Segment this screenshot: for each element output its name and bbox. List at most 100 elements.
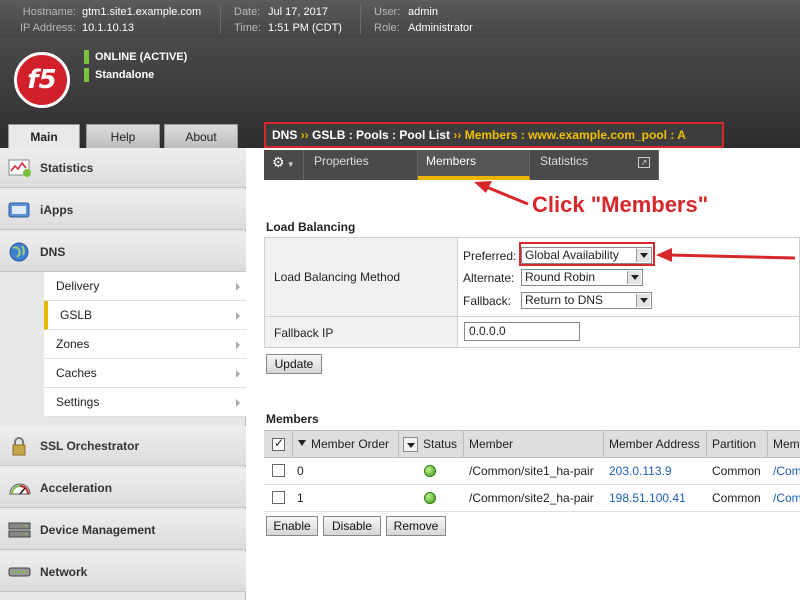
status-available-icon <box>424 492 436 504</box>
subitem-label: Delivery <box>56 279 100 293</box>
member-partition: Common <box>712 464 761 478</box>
sidebar-item-dns[interactable]: DNS <box>0 232 246 272</box>
preferred-select[interactable]: Global Availability <box>521 247 652 264</box>
preferred-value: Global Availability <box>525 248 619 262</box>
col-member-more[interactable]: Mem <box>773 431 800 457</box>
member-partition: Common <box>712 491 761 505</box>
tab-members[interactable]: Members <box>418 150 530 180</box>
chevron-right-icon <box>236 312 240 320</box>
tab-main[interactable]: Main <box>8 124 80 150</box>
sidebar-item-iapps[interactable]: iApps <box>0 190 246 230</box>
alternate-value: Round Robin <box>525 270 596 284</box>
member-address-link[interactable]: 203.0.113.9 <box>609 458 672 484</box>
col-member-address[interactable]: Member Address <box>609 431 700 457</box>
gear-menu-button[interactable]: ⚙ ▼ <box>264 150 304 180</box>
sidebar-subitem-gslb[interactable]: GSLB <box>44 301 246 330</box>
sidebar-item-statistics[interactable]: Statistics <box>0 148 246 188</box>
lb-method-label: Load Balancing Method <box>274 270 401 284</box>
col-member-order[interactable]: Member Order <box>311 431 389 457</box>
gear-icon: ⚙ <box>272 154 285 170</box>
sidebar-item-acceleration[interactable]: Acceleration <box>0 468 246 508</box>
column-filter-button[interactable] <box>403 437 418 452</box>
members-title: Members <box>266 412 319 426</box>
chevron-right-icon <box>236 399 240 407</box>
sidebar-label: Statistics <box>40 161 94 175</box>
chevron-right-icon <box>236 370 240 378</box>
sidebar-item-network[interactable]: Network <box>0 552 246 592</box>
role-label: Role: <box>374 22 400 34</box>
breadcrumb-current: Members : www.example.com_pool : A <box>464 128 686 142</box>
sidebar-subitem-zones[interactable]: Zones <box>44 330 246 359</box>
col-member[interactable]: Member <box>469 431 513 457</box>
breadcrumb-gslb[interactable]: GSLB : Pools : Pool List <box>312 128 450 142</box>
table-row[interactable]: 1 /Common/site2_ha-pair 198.51.100.41 Co… <box>264 485 800 512</box>
sidebar-label: Network <box>40 565 88 579</box>
time-value: 1:51 PM (CDT) <box>268 22 342 34</box>
member-address-link[interactable]: 198.51.100.41 <box>609 485 686 511</box>
sidebar-item-ssl-orchestrator[interactable]: SSL Orchestrator <box>0 426 246 466</box>
sort-ascending-icon[interactable] <box>298 440 306 446</box>
sidebar-subitem-caches[interactable]: Caches <box>44 359 246 388</box>
load-balancing-title: Load Balancing <box>266 220 356 234</box>
enable-button[interactable]: Enable <box>266 516 318 536</box>
chevron-down-icon: ▼ <box>284 160 295 169</box>
standalone-status: Standalone <box>84 68 154 82</box>
member-name: /Common/site1_ha-pair <box>469 464 594 478</box>
chevron-down-icon <box>407 443 415 448</box>
update-button[interactable]: Update <box>266 354 322 374</box>
breadcrumb-separator: ›› <box>453 128 462 142</box>
online-status: ONLINE (ACTIVE) <box>84 50 187 64</box>
alternate-label: Alternate: <box>463 271 515 285</box>
time-label: Time: <box>234 22 262 34</box>
remove-button[interactable]: Remove <box>386 516 446 536</box>
tab-properties[interactable]: Properties <box>304 150 418 180</box>
table-row[interactable]: 0 /Common/site1_ha-pair 203.0.113.9 Comm… <box>264 458 800 485</box>
popout-icon[interactable]: ↗ <box>638 157 650 168</box>
alternate-select[interactable]: Round Robin <box>521 269 643 286</box>
breadcrumb-separator: ›› <box>300 128 309 142</box>
annotation-callout: Click "Members" <box>532 192 709 217</box>
server-icon <box>8 522 31 538</box>
sidebar-item-device-management[interactable]: Device Management <box>0 510 246 550</box>
hostname-label: Hostname: <box>22 6 76 18</box>
sidebar-subitem-settings[interactable]: Settings <box>44 388 246 417</box>
breadcrumb-dns[interactable]: DNS <box>272 128 297 142</box>
chevron-down-icon <box>636 249 650 262</box>
subitem-label: Settings <box>56 395 100 409</box>
member-more-link[interactable]: /Com <box>773 485 800 511</box>
checkmark-icon: ✓ <box>274 436 285 450</box>
subitem-label: Caches <box>56 366 97 380</box>
col-status[interactable]: Status <box>423 431 457 457</box>
member-more-link[interactable]: /Com <box>773 458 800 484</box>
network-icon <box>8 567 31 577</box>
col-partition[interactable]: Partition <box>712 431 756 457</box>
fallback-value: Return to DNS <box>525 293 604 307</box>
user-label: User: <box>374 6 401 18</box>
system-banner: Hostname: IP Address: gtm1.site1.example… <box>0 0 800 38</box>
sidebar-label: iApps <box>40 203 74 217</box>
user-value: admin <box>408 6 438 18</box>
f5-logo[interactable]: f5 <box>14 52 70 108</box>
sidebar-subitem-delivery[interactable]: Delivery <box>44 272 246 301</box>
fallback-select[interactable]: Return to DNS <box>521 292 652 309</box>
sub-tab-bar: ⚙ ▼ Properties Members Statistics ↗ <box>264 150 659 180</box>
lock-icon <box>12 437 26 456</box>
disable-button[interactable]: Disable <box>323 516 381 536</box>
member-order: 0 <box>297 464 304 478</box>
member-order: 1 <box>297 491 304 505</box>
row-checkbox[interactable] <box>272 491 285 504</box>
members-table-header: ✓ Member Order Status Member Member Addr… <box>264 430 800 458</box>
fallback-ip-input[interactable]: 0.0.0.0 <box>464 322 580 341</box>
hostname-value: gtm1.site1.example.com <box>82 6 202 18</box>
tab-help[interactable]: Help <box>86 124 160 148</box>
date-value: Jul 17, 2017 <box>268 6 328 18</box>
sidebar-label: SSL Orchestrator <box>40 439 140 453</box>
select-all-checkbox[interactable]: ✓ <box>272 436 285 451</box>
ip-label: IP Address: <box>19 22 76 34</box>
tab-statistics[interactable]: Statistics ↗ <box>530 150 659 180</box>
globe-icon <box>9 242 29 262</box>
breadcrumb: DNS ›› GSLB : Pools : Pool List ›› Membe… <box>264 122 724 148</box>
chevron-right-icon <box>236 283 240 291</box>
row-checkbox[interactable] <box>272 464 285 477</box>
tab-about[interactable]: About <box>164 124 238 148</box>
